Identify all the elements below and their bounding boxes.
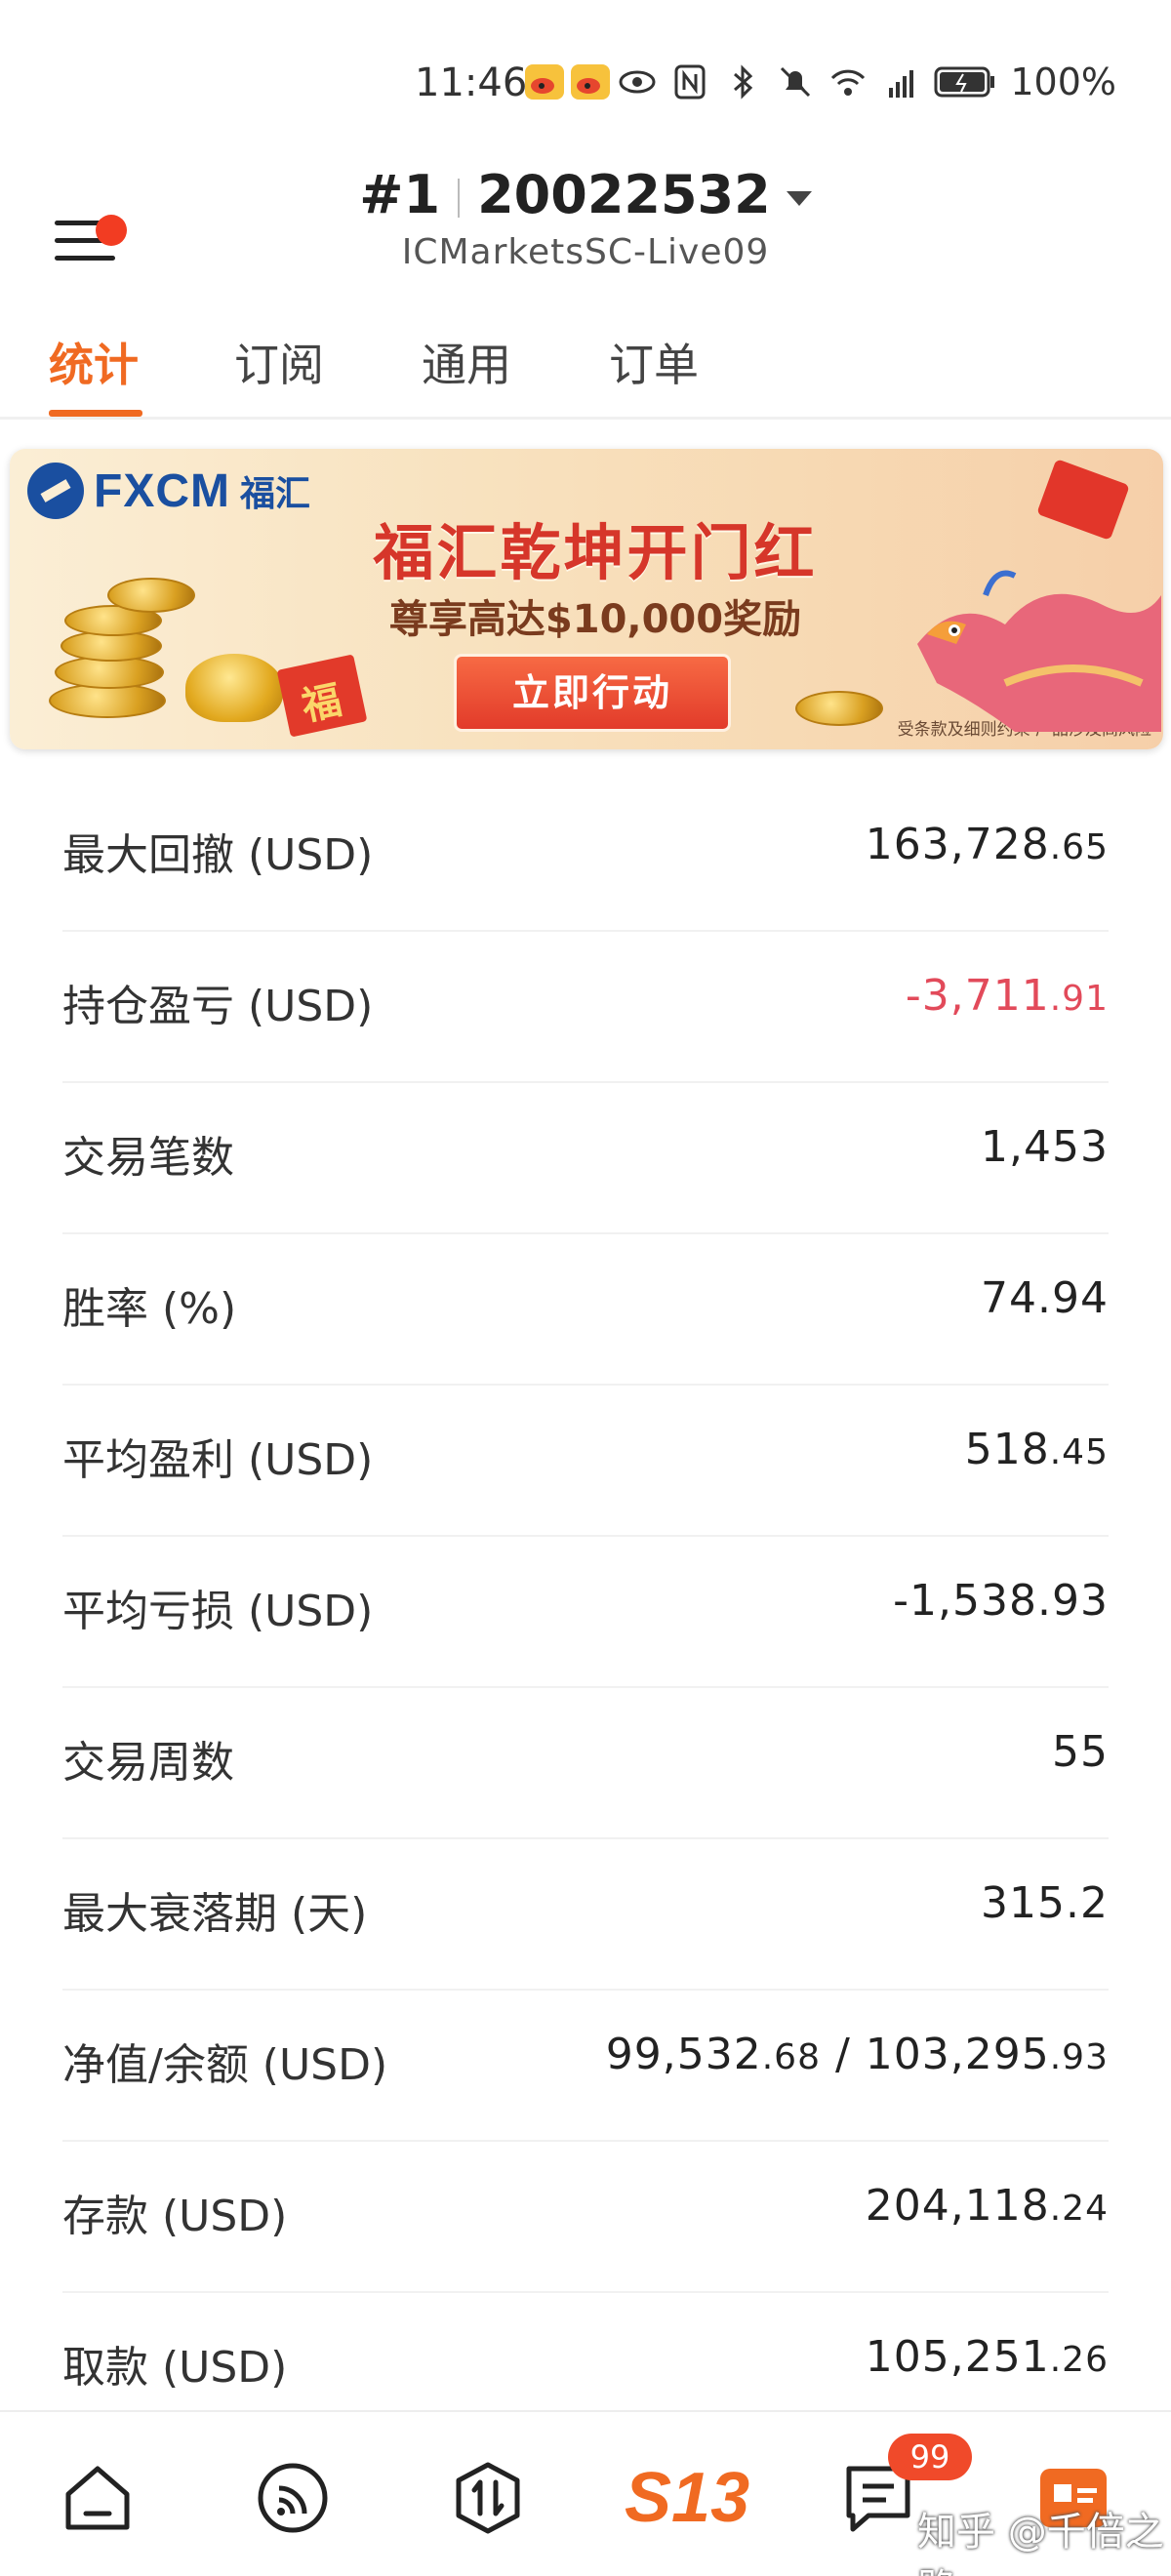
stat-value: -1,538.93 [893, 1576, 1109, 1626]
bottom-nav: S13 99 知乎 @千倍之路 [0, 2410, 1171, 2576]
stat-value: 518.45 [964, 1425, 1109, 1474]
account-selector[interactable]: #1 20022532 [0, 164, 1171, 225]
divider [458, 179, 461, 219]
stat-label: 取款 (USD) [62, 2343, 288, 2393]
fu-card-icon: 福 [276, 654, 368, 738]
stat-value: 105,251.26 [865, 2332, 1109, 2382]
stat-label: 净值/余额 (USD) [62, 2040, 388, 2090]
status-time: 11:46 [415, 60, 528, 105]
stat-row-avg-loss: 平均亏损 (USD) -1,538.93 [62, 1537, 1109, 1688]
bluetooth-icon [734, 64, 753, 100]
tab-bar: 统计 订阅 通用 订单 [0, 312, 1171, 420]
stat-value: 315.2 [981, 1878, 1109, 1928]
stat-value: 163,728.65 [865, 820, 1109, 869]
stat-label: 交易周数 [62, 1738, 234, 1788]
tab-general[interactable]: 通用 [422, 330, 511, 394]
tab-active-indicator [49, 410, 142, 417]
stat-row-trade-count: 交易笔数 1,453 [62, 1083, 1109, 1234]
stat-row-open-pnl: 持仓盈亏 (USD) -3,711.91 [62, 932, 1109, 1083]
battery-percent: 100% [1010, 60, 1116, 103]
stat-row-equity-balance: 净值/余额 (USD) 99,532.68 / 103,295.93 [62, 1991, 1109, 2142]
status-icons: 100% [618, 60, 1116, 103]
dragon-icon [917, 570, 1161, 732]
gold-ingot-icon [185, 654, 283, 722]
message-badge: 99 [888, 2434, 972, 2480]
wifi-icon [831, 69, 866, 96]
signal-5g-icon [889, 70, 914, 98]
stat-row-trading-weeks: 交易周数 55 [62, 1688, 1109, 1839]
home-icon[interactable] [59, 2459, 137, 2537]
weibo-icon [525, 64, 564, 100]
caret-down-icon [786, 190, 812, 206]
stat-row-max-decline-period: 最大衰落期 (天) 315.2 [62, 1839, 1109, 1991]
stat-value: 204,118.24 [865, 2181, 1109, 2231]
stat-value: 1,453 [981, 1122, 1109, 1172]
tab-stats[interactable]: 统计 [49, 330, 139, 394]
banner-cta-button[interactable]: 立即行动 [454, 654, 731, 732]
status-bar: 11:46 100% [0, 0, 1171, 146]
stat-row-max-drawdown: 最大回撤 (USD) 163,728.65 [62, 781, 1109, 932]
stat-label: 平均盈利 (USD) [62, 1435, 374, 1485]
weibo-icon [571, 64, 610, 100]
trade-icon[interactable] [449, 2459, 527, 2537]
stat-label: 存款 (USD) [62, 2192, 288, 2241]
gold-coin-icon [107, 578, 195, 613]
account-index: #1 [359, 164, 441, 225]
stat-label: 平均亏损 (USD) [62, 1587, 374, 1636]
stat-label: 交易笔数 [62, 1133, 234, 1183]
s13-logo-icon[interactable]: S13 [625, 2459, 749, 2537]
stat-label: 最大衰落期 (天) [62, 1889, 368, 1939]
stat-label: 持仓盈亏 (USD) [62, 982, 374, 1031]
stat-label: 胜率 (%) [62, 1284, 237, 1334]
battery-icon [934, 66, 995, 98]
stat-row-win-rate: 胜率 (%) 74.94 [62, 1234, 1109, 1386]
tab-subscribe[interactable]: 订阅 [234, 330, 324, 394]
gold-coin-icon [795, 691, 883, 726]
stat-value: 74.94 [981, 1273, 1109, 1323]
account-number: 20022532 [477, 164, 771, 225]
feed-icon[interactable] [254, 2459, 332, 2537]
stat-label: 最大回撤 (USD) [62, 830, 374, 880]
account-server: ICMarketsSC-Live09 [401, 232, 770, 272]
mute-bell-icon [781, 66, 811, 98]
eye-icon [619, 70, 656, 94]
nfc-icon [674, 64, 706, 100]
stat-row-deposits: 存款 (USD) 204,118.24 [62, 2142, 1109, 2293]
stat-value: 99,532.68 / 103,295.93 [605, 2030, 1109, 2079]
watermark: 知乎 @千倍之路 [917, 2510, 1164, 2576]
tab-orders[interactable]: 订单 [609, 330, 699, 394]
app-header: #1 20022532 ICMarketsSC-Live09 [0, 146, 1171, 283]
promo-banner[interactable]: FXCM 福汇 福汇乾坤开门红 尊享高达$10,000奖励 立即行动 受条款及细… [10, 449, 1163, 749]
stat-value: -3,711.91 [905, 971, 1109, 1021]
stat-value: 55 [1052, 1727, 1109, 1777]
stat-row-avg-profit: 平均盈利 (USD) 518.45 [62, 1386, 1109, 1537]
